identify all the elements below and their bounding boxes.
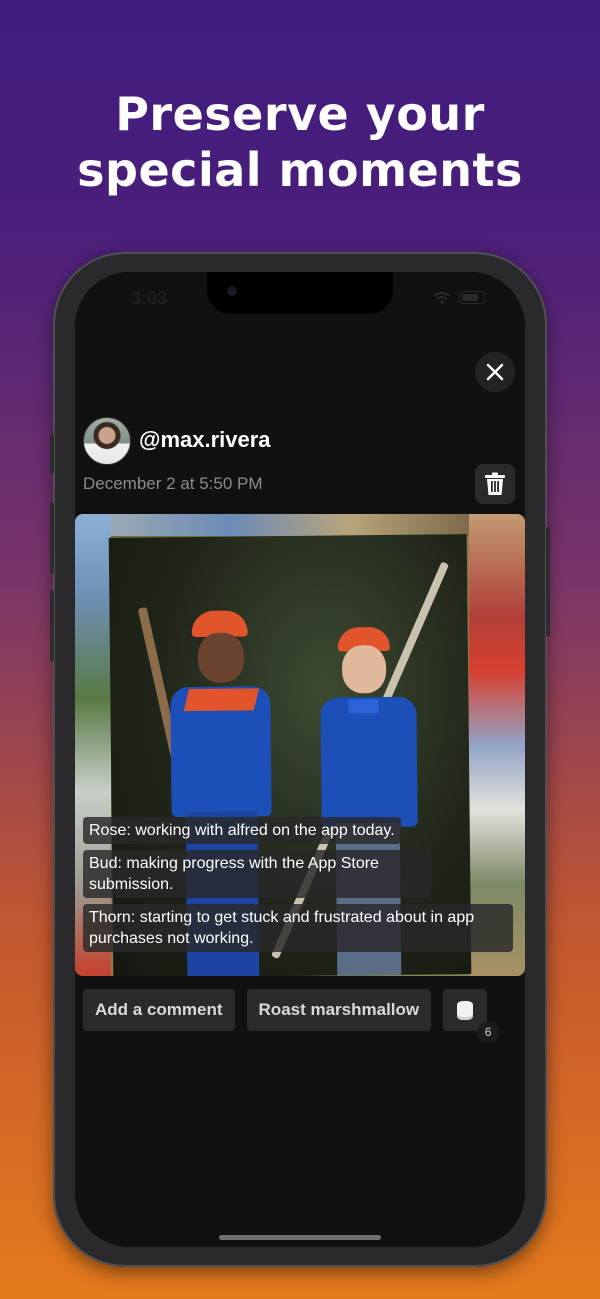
camera-icon xyxy=(227,286,237,296)
post-photo[interactable]: Rose: working with alfred on the app tod… xyxy=(75,514,525,976)
volume-down-button xyxy=(50,590,54,662)
battery-icon xyxy=(459,291,485,304)
caption-thorn: Thorn: starting to get stuck and frustra… xyxy=(83,904,513,952)
marshmallow-count: 6 xyxy=(477,1021,500,1043)
phone-frame: 3:03 @max.rivera December 2 at 5:50 PM R… xyxy=(50,252,550,1267)
roast-marshmallow-button[interactable]: Roast marshmallow xyxy=(246,989,432,1031)
add-comment-button[interactable]: Add a comment xyxy=(83,989,235,1031)
power-button xyxy=(546,527,550,637)
headline: Preserve your special moments xyxy=(0,86,600,198)
status-time: 3:03 xyxy=(131,288,168,308)
trash-icon xyxy=(485,472,505,495)
marshmallow-icon xyxy=(457,1000,474,1020)
headline-line-1: Preserve your xyxy=(115,87,485,141)
notch xyxy=(207,272,393,314)
headline-line-2: special moments xyxy=(77,143,523,197)
post-date: December 2 at 5:50 PM xyxy=(83,474,263,493)
home-indicator[interactable] xyxy=(219,1235,381,1240)
photo-background-top xyxy=(111,514,469,536)
mute-switch xyxy=(50,434,54,474)
marshmallow-button[interactable]: 6 xyxy=(443,989,500,1043)
delete-button[interactable] xyxy=(475,464,515,504)
volume-up-button xyxy=(50,502,54,574)
caption-bud: Bud: making progress with the App Store … xyxy=(83,850,431,898)
wifi-icon xyxy=(433,291,451,304)
username[interactable]: @max.rivera xyxy=(139,427,271,453)
app-screen: 3:03 @max.rivera December 2 at 5:50 PM R… xyxy=(75,272,525,1247)
close-icon xyxy=(486,363,504,381)
close-button[interactable] xyxy=(475,352,515,392)
action-bar: Add a comment Roast marshmallow 6 xyxy=(83,989,500,1043)
captions: Rose: working with alfred on the app tod… xyxy=(83,817,513,958)
avatar[interactable] xyxy=(83,417,131,465)
status-icons xyxy=(433,291,485,304)
caption-rose: Rose: working with alfred on the app tod… xyxy=(83,817,401,844)
